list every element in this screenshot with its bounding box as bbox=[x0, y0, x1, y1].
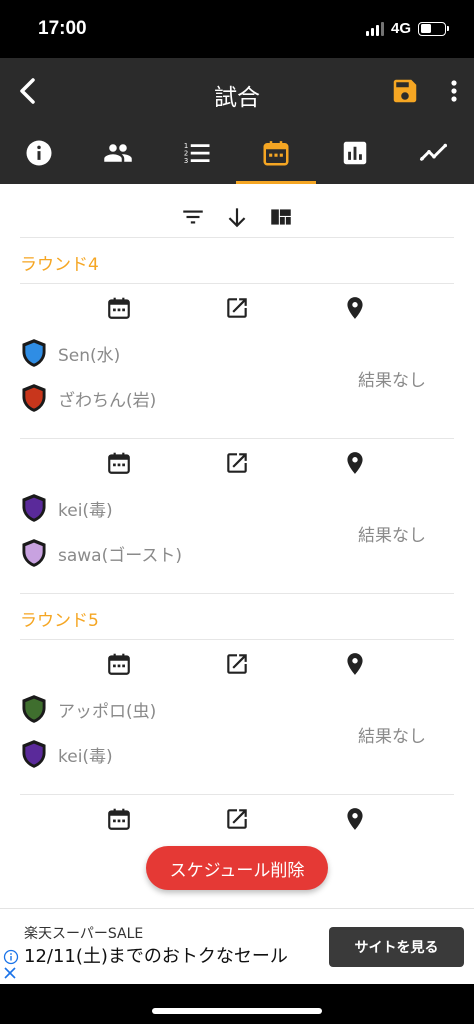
shield-icon bbox=[22, 740, 46, 768]
team-row[interactable]: kei(毒) bbox=[20, 739, 113, 769]
calendar-icon bbox=[263, 141, 289, 166]
team-row[interactable]: アッポロ(虫) bbox=[20, 694, 156, 724]
schedule-date-button[interactable] bbox=[106, 295, 132, 321]
save-icon bbox=[393, 79, 417, 103]
sort-down-icon bbox=[228, 208, 246, 228]
ranked-list-icon: 1 2 3 bbox=[184, 142, 210, 165]
tab-ranking[interactable]: 1 2 3 bbox=[167, 132, 227, 184]
team-name: kei(毒) bbox=[58, 500, 113, 521]
layout-button[interactable] bbox=[268, 204, 294, 230]
divider bbox=[20, 237, 454, 238]
location-pin-icon bbox=[347, 653, 363, 675]
svg-text:3: 3 bbox=[184, 157, 188, 165]
layout-icon bbox=[271, 209, 291, 225]
open-external-icon bbox=[227, 809, 247, 829]
shield-icon bbox=[22, 539, 46, 567]
schedule-date-button[interactable] bbox=[106, 450, 132, 476]
divider bbox=[20, 593, 454, 594]
shield-icon bbox=[22, 494, 46, 522]
location-button[interactable] bbox=[342, 651, 368, 677]
location-pin-icon bbox=[347, 452, 363, 474]
team-row[interactable]: sawa(ゴースト) bbox=[20, 538, 182, 568]
location-pin-icon bbox=[347, 808, 363, 830]
team-name: アッポロ(虫) bbox=[58, 701, 157, 722]
trend-line-icon bbox=[420, 143, 447, 161]
status-indicators: 4G bbox=[365, 20, 449, 37]
home-indicator[interactable] bbox=[152, 1008, 322, 1014]
schedule-date-button[interactable] bbox=[106, 806, 132, 832]
tab-schedule[interactable] bbox=[236, 132, 316, 184]
team-name: sawa(ゴースト) bbox=[58, 545, 183, 566]
ad-banner[interactable]: 楽天スーパーSALE 12/11(土)までのおトクなセール サイトを見る bbox=[0, 908, 474, 984]
open-match-button[interactable] bbox=[224, 651, 250, 677]
round-label: ラウンド5 bbox=[20, 611, 99, 631]
location-pin-icon bbox=[347, 297, 363, 319]
location-button[interactable] bbox=[342, 295, 368, 321]
app-bar: 試合 1 2 3 bbox=[0, 58, 474, 184]
match-result: 結果なし bbox=[358, 727, 426, 747]
signal-icon bbox=[365, 21, 384, 36]
more-vertical-icon bbox=[451, 80, 457, 102]
ad-visit-site-button[interactable]: サイトを見る bbox=[329, 927, 464, 967]
tab-stats[interactable] bbox=[325, 132, 385, 184]
network-type: 4G bbox=[390, 20, 411, 37]
calendar-icon bbox=[108, 653, 130, 675]
bar-chart-icon bbox=[343, 141, 367, 165]
schedule-toolbar bbox=[0, 184, 474, 238]
ad-info-icon[interactable] bbox=[3, 949, 19, 965]
team-row[interactable]: Sen(水) bbox=[20, 338, 120, 368]
location-button[interactable] bbox=[342, 450, 368, 476]
status-bar: 17:00 4G bbox=[0, 0, 474, 58]
match-card: kei(毒) sawa(ゴースト) 結果なし bbox=[0, 439, 474, 593]
filter-icon bbox=[183, 210, 203, 224]
open-external-icon bbox=[227, 453, 247, 473]
info-icon bbox=[26, 140, 52, 166]
calendar-icon bbox=[108, 808, 130, 830]
home-area bbox=[0, 984, 474, 1024]
location-button[interactable] bbox=[342, 806, 368, 832]
calendar-icon bbox=[108, 297, 130, 319]
schedule-content: ラウンド4 Sen(水) ざわちん(岩) 結果なし kei(毒) sawa(ゴー… bbox=[0, 184, 474, 908]
match-card: アッポロ(虫) kei(毒) 結果なし bbox=[0, 640, 474, 794]
match-card: Sen(水) ざわちん(岩) 結果なし bbox=[0, 284, 474, 438]
team-name: ざわちん(岩) bbox=[58, 390, 157, 411]
open-external-icon bbox=[227, 298, 247, 318]
match-result: 結果なし bbox=[358, 526, 426, 546]
battery-icon bbox=[418, 21, 449, 36]
save-button[interactable] bbox=[390, 76, 420, 106]
sort-button[interactable] bbox=[224, 204, 250, 230]
people-icon bbox=[104, 144, 132, 162]
match-result: 結果なし bbox=[358, 371, 426, 391]
tab-participants[interactable] bbox=[88, 132, 148, 184]
shield-icon bbox=[22, 384, 46, 412]
team-row[interactable]: kei(毒) bbox=[20, 493, 113, 523]
tab-trend[interactable] bbox=[404, 132, 464, 184]
team-row[interactable]: ざわちん(岩) bbox=[20, 383, 156, 413]
ad-close-icon[interactable] bbox=[2, 965, 18, 981]
tab-info[interactable] bbox=[9, 132, 69, 184]
round-label: ラウンド4 bbox=[20, 255, 99, 275]
status-time: 17:00 bbox=[38, 18, 87, 39]
open-match-button[interactable] bbox=[224, 450, 250, 476]
calendar-icon bbox=[108, 452, 130, 474]
filter-button[interactable] bbox=[180, 204, 206, 230]
open-match-button[interactable] bbox=[224, 806, 250, 832]
ad-description: 12/11(土)までのおトクなセール bbox=[24, 946, 288, 967]
shield-icon bbox=[22, 695, 46, 723]
shield-icon bbox=[22, 339, 46, 367]
team-name: Sen(水) bbox=[58, 345, 121, 366]
match-card bbox=[0, 795, 474, 845]
open-match-button[interactable] bbox=[224, 295, 250, 321]
ad-headline: 楽天スーパーSALE bbox=[24, 926, 144, 942]
tab-bar: 1 2 3 bbox=[0, 132, 474, 184]
open-external-icon bbox=[227, 654, 247, 674]
schedule-date-button[interactable] bbox=[106, 651, 132, 677]
team-name: kei(毒) bbox=[58, 746, 113, 767]
delete-schedule-button[interactable]: スケジュール削除 bbox=[146, 846, 328, 890]
more-options-button[interactable] bbox=[444, 76, 464, 106]
